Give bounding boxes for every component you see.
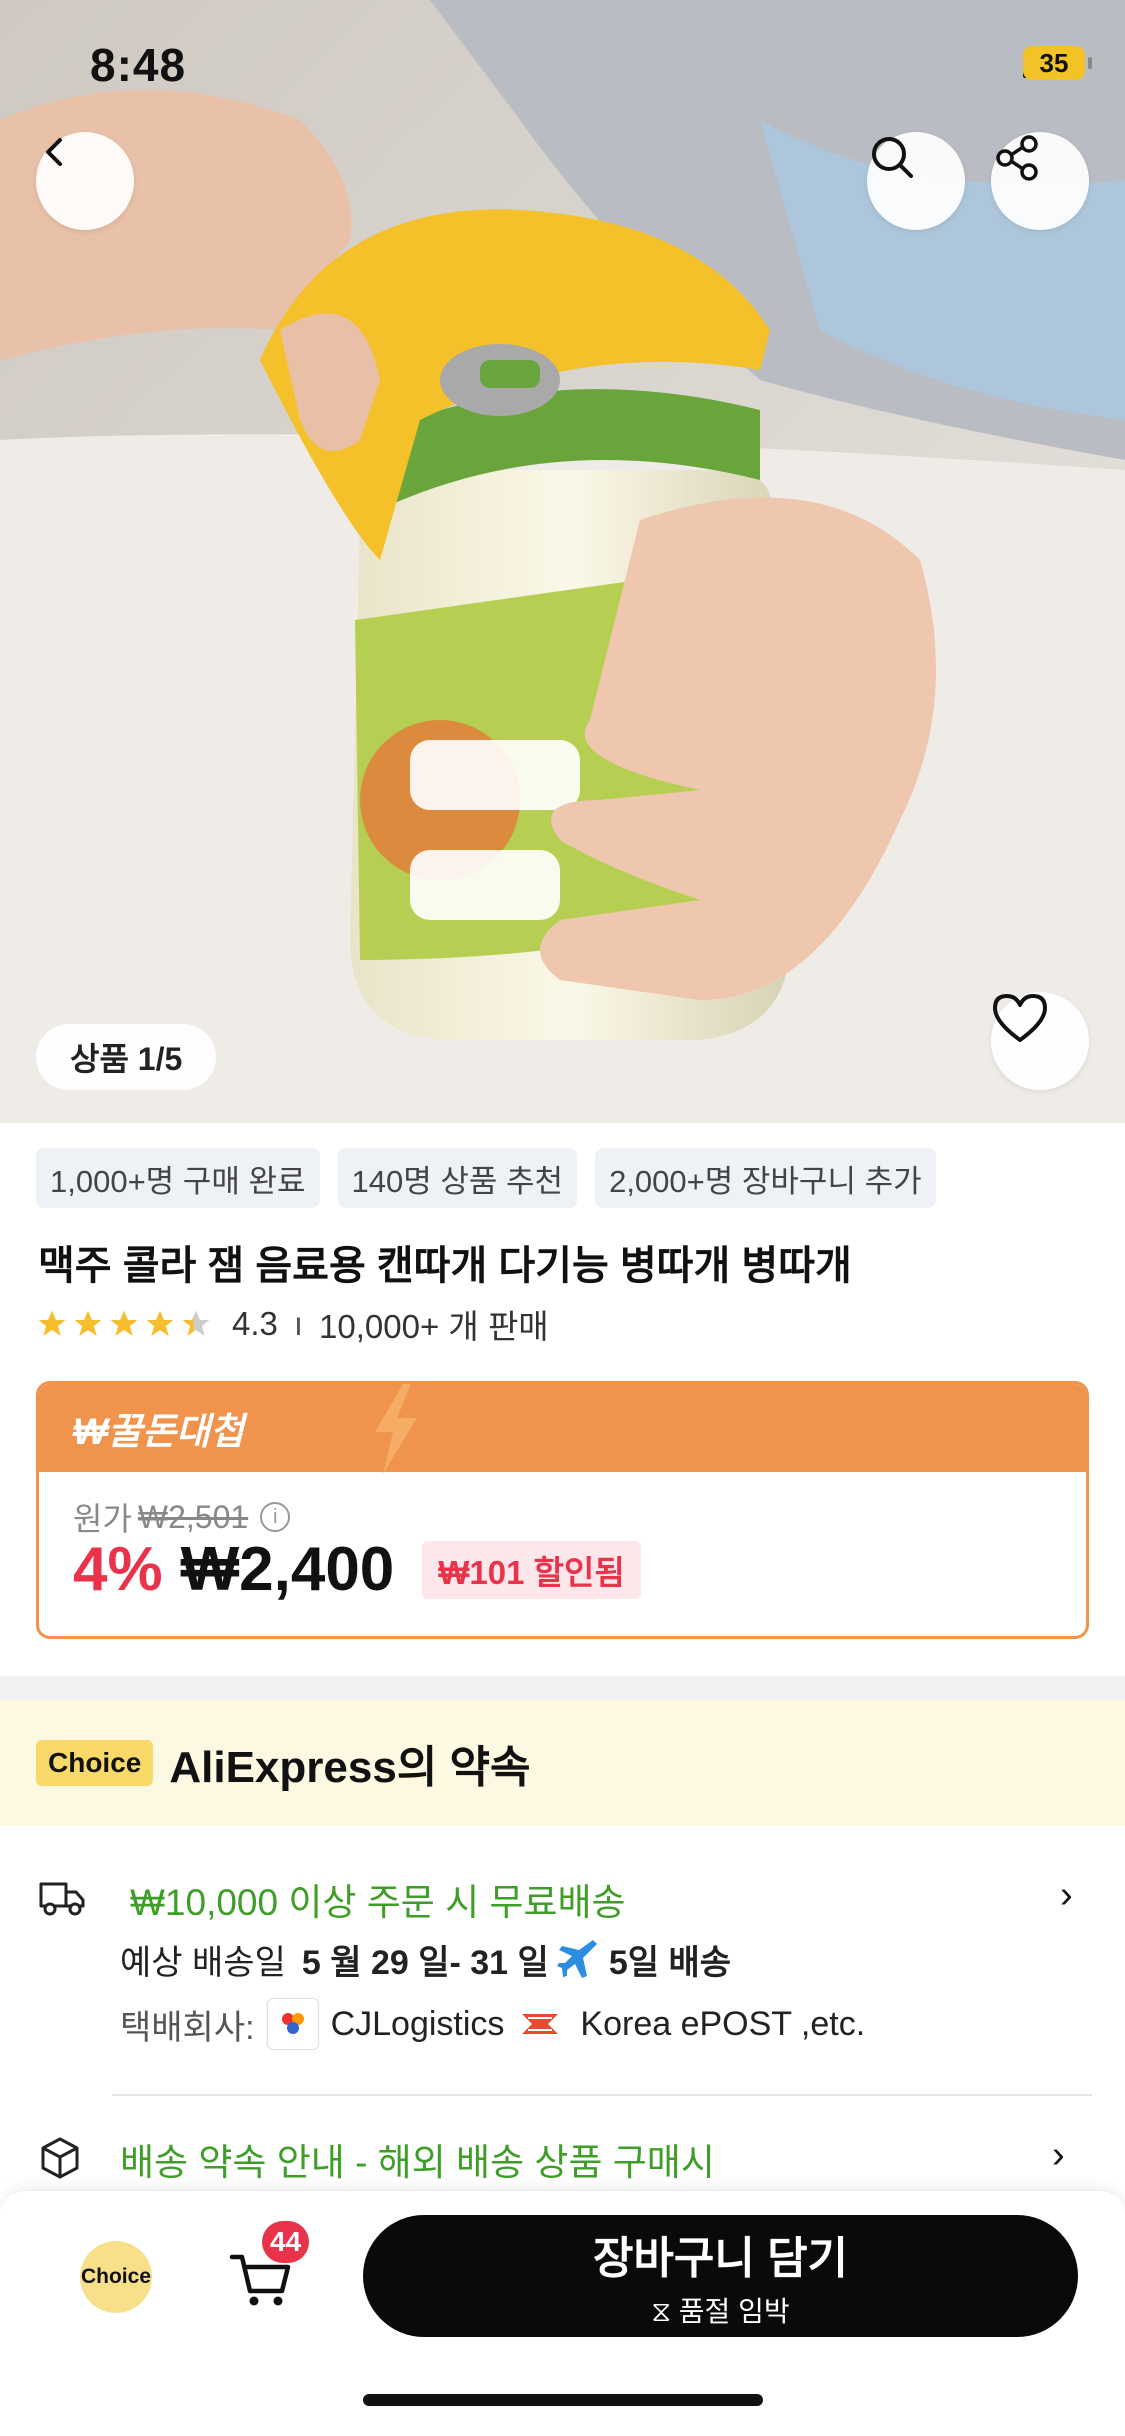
discount-percent: 4% [73, 1535, 163, 1604]
delivery-days: 5일 배송 [608, 1944, 732, 1982]
rating-value: 4.3 [232, 1305, 278, 1342]
price-box: ₩꿀돈대첩 원가 ₩2,501 i 4% ₩2,400 ₩101 할인됨 [36, 1381, 1089, 1639]
share-button[interactable] [991, 132, 1089, 230]
status-time: 8:48 [90, 39, 187, 91]
delivery-prefix: 예상 배송일 [120, 1944, 286, 1982]
star-icon [146, 1310, 174, 1336]
chevron-left-icon [46, 138, 62, 166]
delivery-promise-link[interactable]: 배송 약속 안내 - 해외 배송 상품 구매시 [120, 2132, 715, 2186]
image-counter: 상품 1/5 [36, 1024, 217, 1090]
add-to-cart-button[interactable]: 장바구니 담기 ⧖ 품절 임박 [363, 2215, 1078, 2337]
star-icon [74, 1310, 102, 1336]
hourglass-icon: ⧖ [651, 2296, 672, 2327]
wishlist-button[interactable] [991, 992, 1089, 1090]
choice-badge: Choice [36, 1740, 154, 1786]
lightning-icon [375, 1384, 417, 1474]
price-row: 4% ₩2,400 ₩101 할인됨 [73, 1534, 641, 1605]
social-proof-tags: 1,000+명 구매 완료 140명 상품 추천 2,000+명 장바구니 추가 [36, 1148, 936, 1208]
promise-header: Choice AliExpress의 약속 [0, 1700, 1125, 1826]
battery-indicator: 35 [1023, 46, 1092, 80]
rating-stars [36, 1308, 212, 1340]
status-bar: 8:48 35 [0, 0, 1125, 140]
back-button[interactable] [36, 132, 134, 230]
stock-note: ⧖ 품절 임박 [651, 2290, 789, 2330]
separator: ı [293, 1305, 304, 1342]
product-image[interactable]: 8:48 35 상품 1/5 [0, 0, 1125, 1123]
star-icon [110, 1310, 138, 1336]
cj-logo-icon [266, 1998, 319, 2050]
chevron-right-icon: › [1060, 1874, 1073, 1916]
search-button[interactable] [867, 132, 965, 230]
promise-title: AliExpress의 약속 [169, 1743, 531, 1792]
delivery-dates: 5 월 29 일- 31 일 [301, 1944, 549, 1982]
section-divider [0, 1676, 1125, 1700]
package-icon [41, 2137, 79, 2179]
add-to-cart-label: 장바구니 담기 [592, 2234, 849, 2283]
star-half-icon [182, 1310, 210, 1336]
truck-icon [39, 1882, 85, 1916]
search-icon [872, 137, 913, 178]
stock-note-text: 품절 임박 [678, 2296, 790, 2327]
shipping-divider [112, 2094, 1092, 2096]
price-banner: ₩꿀돈대첩 [39, 1384, 1086, 1474]
home-indicator[interactable] [363, 2394, 763, 2406]
star-icon [38, 1310, 66, 1336]
info-icon[interactable]: i [260, 1502, 291, 1532]
airplane-icon [556, 1939, 597, 1978]
original-price: ₩2,501 [137, 1498, 249, 1535]
choice-button[interactable]: Choice [80, 2241, 152, 2313]
tag-added-to-cart: 2,000+명 장바구니 추가 [595, 1148, 936, 1208]
tag-recommended: 140명 상품 추천 [337, 1148, 578, 1208]
heart-icon [993, 994, 1047, 1042]
promo-label: ₩꿀돈대첩 [73, 1411, 245, 1452]
free-shipping-text: ₩10,000 이상 주문 시 무료배송 [130, 1882, 626, 1923]
product-title: 맥주 콜라 잼 음료용 캔따개 다기능 병따개 병따개 [38, 1244, 852, 1288]
carrier-2: Korea ePOST ,etc. [580, 2004, 866, 2043]
delivery-estimate: 예상 배송일 5 월 29 일- 31 일 5일 배송 [120, 1935, 731, 1984]
tag-purchased: 1,000+명 구매 완료 [36, 1148, 320, 1208]
carrier-label: 택배회사: [120, 2008, 255, 2047]
korea-post-logo-icon [516, 1998, 569, 2050]
discount-badge: ₩101 할인됨 [422, 1540, 641, 1599]
share-icon [996, 135, 1038, 181]
chevron-right-icon: › [1052, 2134, 1065, 2176]
sale-price: ₩2,400 [180, 1535, 395, 1604]
sold-count: 10,000+ 개 판매 [319, 1308, 549, 1345]
carrier-1: CJLogistics [330, 2004, 505, 2043]
carrier-row: 택배회사: CJLogistics Korea ePOST ,etc. [120, 1998, 865, 2050]
rating-row[interactable]: 4.3 ı 10,000+ 개 판매 [36, 1300, 549, 1348]
cart-count-badge: 44 [262, 2221, 310, 2263]
